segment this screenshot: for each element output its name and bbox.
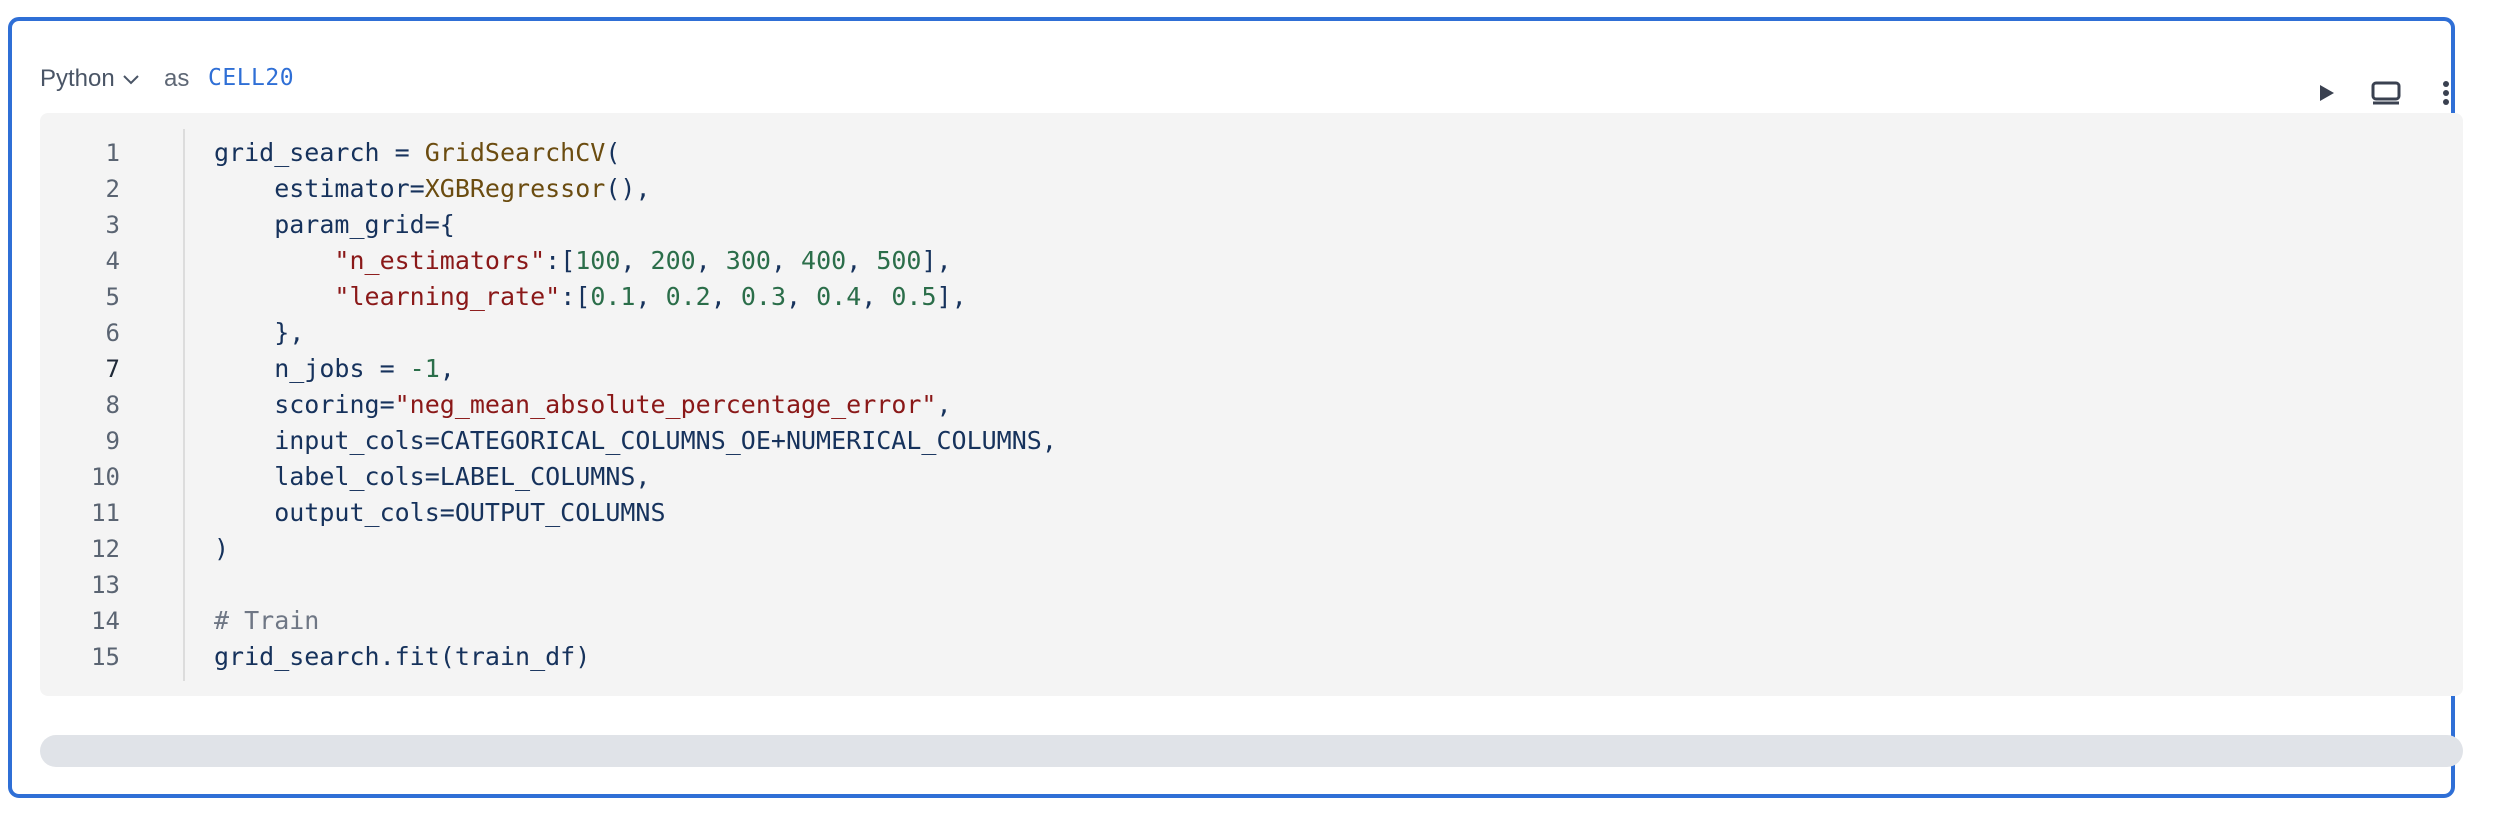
code-token: param_grid={ [214,210,455,239]
line-number: 13 [91,571,120,599]
code-token: output_cols=OUTPUT_COLUMNS [214,498,666,527]
code-token: input_cols=CATEGORICAL_COLUMNS_OE+NUMERI… [214,426,1057,455]
code-line[interactable]: n_jobs = -1, [214,351,1057,387]
cell-header: Python as CELL20 [12,21,2451,113]
code-line[interactable]: ) [214,531,1057,567]
code-token: 300 [725,246,771,275]
line-number: 1 [105,139,120,167]
line-number: 12 [91,535,120,563]
code-token: 0.5 [891,282,937,311]
play-icon [2320,85,2334,101]
code-token: label_cols=LABEL_COLUMNS, [214,462,651,491]
layout-toggle-button[interactable] [2366,73,2406,113]
code-line[interactable]: output_cols=OUTPUT_COLUMNS [214,495,1057,531]
code-token: 0.3 [740,282,786,311]
code-token: , [770,246,802,275]
code-token: , [635,282,666,311]
code-line[interactable]: grid_search = GridSearchCV( [214,135,1057,171]
code-token: (), [605,174,651,203]
code-token: ], [936,282,967,311]
code-token: 500 [876,246,922,275]
line-number: 10 [91,463,120,491]
code-token: grid_search = [214,138,425,167]
code-token: XGBRegressor [424,174,606,203]
code-line[interactable]: "learning_rate":[0.1, 0.2, 0.3, 0.4, 0.5… [214,279,1057,315]
code-token: grid_search.fit(train_df) [214,642,591,671]
code-token: , [936,390,952,419]
code-token: n_jobs = [214,354,410,383]
code-line[interactable]: label_cols=LABEL_COLUMNS, [214,459,1057,495]
code-token: :[ [545,246,576,275]
code-token: , [786,282,817,311]
language-label: Python [40,65,115,92]
code-token: }, [214,318,305,347]
gutter-divider [183,129,185,681]
code-token: 400 [801,246,847,275]
code-token: , [710,282,741,311]
code-token: 0.2 [665,282,711,311]
code-token: ], [921,246,952,275]
code-token: 200 [650,246,696,275]
code-token: estimator= [214,174,425,203]
as-label: as [164,65,190,92]
code-content[interactable]: grid_search = GridSearchCV( estimator=XG… [214,135,1057,675]
code-line[interactable]: input_cols=CATEGORICAL_COLUMNS_OE+NUMERI… [214,423,1057,459]
line-number: 4 [105,247,120,275]
output-scrollbar[interactable] [40,735,2463,767]
code-token: -1 [409,354,440,383]
line-number: 3 [105,211,120,239]
line-number: 15 [91,643,120,671]
code-token: # Train [214,606,320,635]
code-token: 0.4 [816,282,862,311]
language-selector[interactable]: Python [40,65,141,93]
vertical-ellipsis-icon [2443,81,2449,105]
line-number: 11 [91,499,120,527]
line-number: 7 [105,355,120,383]
line-number-gutter: 1 2 3 4 5 6 7 8 9 10 11 12 13 14 15 [40,113,184,696]
code-token: , [695,246,726,275]
code-line[interactable]: "n_estimators":[100, 200, 300, 400, 500]… [214,243,1057,279]
code-token: , [846,246,877,275]
code-token: "n_estimators" [334,246,546,275]
code-line[interactable]: # Train [214,603,1057,639]
notebook-cell[interactable]: Python as CELL20 123456789 10 11 12 13 1… [8,17,2463,798]
cell-name-field[interactable]: CELL20 [208,65,294,91]
code-token: 100 [575,246,621,275]
code-token: , [620,246,651,275]
code-line[interactable]: scoring="neg_mean_absolute_percentage_er… [214,387,1057,423]
more-options-button[interactable] [2426,73,2466,113]
code-token: 0.1 [590,282,636,311]
code-token: ) [214,534,230,563]
code-line[interactable] [214,567,1057,603]
code-token: , [439,354,455,383]
code-token: scoring= [214,390,395,419]
panel-layout-icon [2371,81,2401,105]
code-token: "neg_mean_absolute_percentage_error" [394,390,937,419]
line-number: 9 [105,427,120,455]
chevron-down-icon [123,75,139,85]
code-token: :[ [560,282,591,311]
code-token: , [861,282,892,311]
line-number: 8 [105,391,120,419]
code-token: "learning_rate" [334,282,561,311]
code-line[interactable]: grid_search.fit(train_df) [214,639,1057,675]
code-token: ( [605,138,621,167]
code-editor[interactable]: 1 2 3 4 5 6 7 8 9 10 11 12 13 14 15 grid_search = Grid… [40,113,2463,696]
run-cell-button[interactable] [2306,73,2346,113]
code-line[interactable]: param_grid={ [214,207,1057,243]
line-number: 5 [105,283,120,311]
code-line[interactable]: }, [214,315,1057,351]
code-line[interactable]: estimator=XGBRegressor(), [214,171,1057,207]
line-number: 14 [91,607,120,635]
line-number: 6 [105,319,120,347]
code-token: GridSearchCV [424,138,606,167]
line-number: 2 [105,175,120,203]
